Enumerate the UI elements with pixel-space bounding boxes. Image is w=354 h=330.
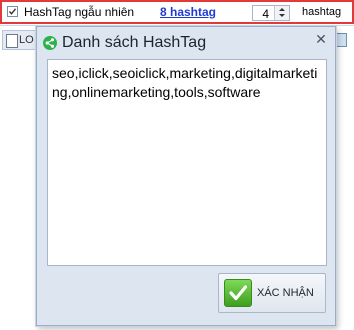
document-icon — [6, 34, 18, 48]
share-icon — [43, 36, 57, 50]
random-hashtag-label: HashTag ngẫu nhiên — [24, 5, 135, 19]
random-hashtag-checkbox[interactable] — [7, 6, 18, 17]
hashtag-list-textarea[interactable]: seo,iclick,seoiclick,marketing,digitalma… — [47, 59, 327, 266]
stepper-value[interactable]: 4 — [262, 7, 269, 21]
close-icon[interactable]: ✕ — [313, 31, 329, 47]
dialog-title: Danh sách HashTag — [62, 34, 207, 51]
stepper-down-button[interactable] — [275, 13, 289, 20]
stepper-buttons — [274, 6, 289, 20]
hashtag-count-link[interactable]: 8 hashtag — [160, 5, 216, 19]
calculator-icon[interactable] — [335, 33, 347, 47]
arrow-down-icon — [279, 14, 285, 17]
check-icon — [224, 279, 252, 307]
hashtag-list-dialog: Danh sách HashTag ✕ seo,iclick,seoiclick… — [36, 26, 336, 326]
confirm-button[interactable]: XÁC NHẬN — [218, 273, 326, 313]
hashtag-toolbar: HashTag ngẫu nhiên 8 hashtag 4 hashtag — [0, 0, 354, 24]
hashtag-unit-label: hashtag — [302, 6, 342, 18]
confirm-label: XÁC NHẬN — [257, 287, 314, 299]
hashtag-count-stepper[interactable]: 4 — [252, 5, 290, 21]
background-tab-label: LO — [19, 34, 34, 46]
checkmark-icon — [8, 8, 17, 15]
arrow-up-icon — [279, 8, 285, 11]
